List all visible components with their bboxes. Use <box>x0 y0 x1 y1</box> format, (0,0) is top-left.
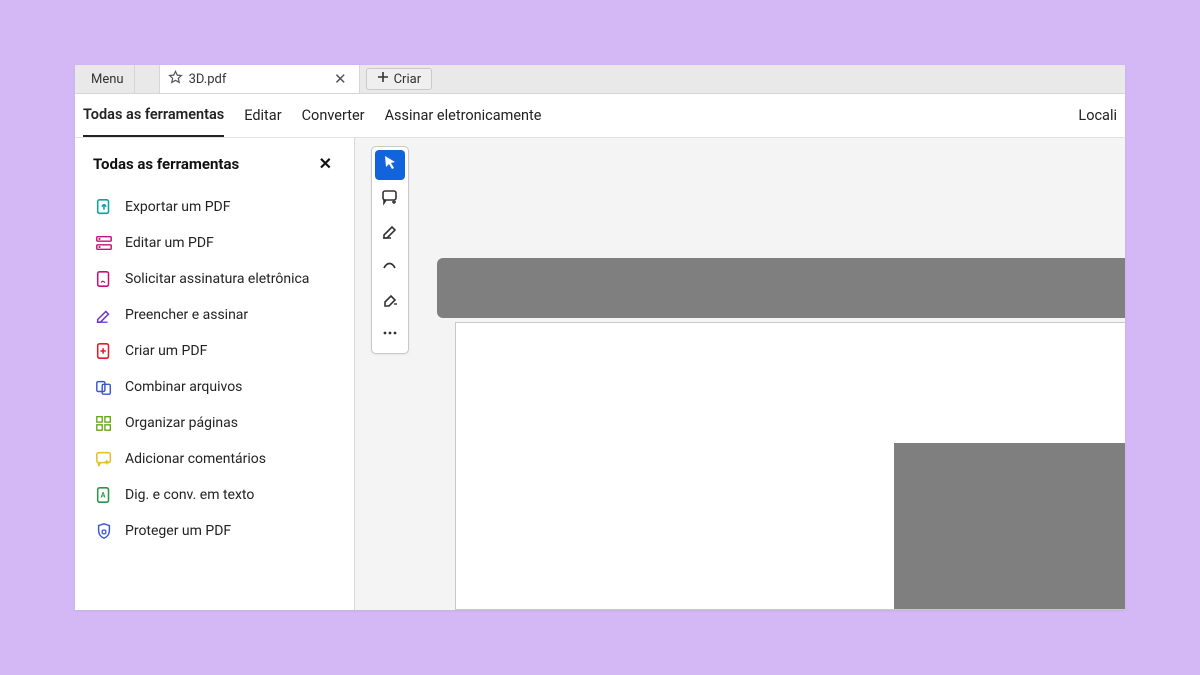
home-button[interactable] <box>135 65 160 93</box>
ocr-icon: A <box>95 486 113 504</box>
app-body: Todas as ferramentas ✕ Exportar um PDF E… <box>75 138 1125 610</box>
tool-ocr-text[interactable]: A Dig. e conv. em texto <box>81 477 348 513</box>
hamburger-menu-button[interactable]: Menu <box>75 65 135 93</box>
select-tool-button[interactable] <box>375 150 405 180</box>
export-pdf-icon <box>95 198 113 216</box>
tool-label: Solicitar assinatura eletrônica <box>125 271 309 287</box>
titlebar: Menu 3D.pdf ✕ Criar <box>75 65 1125 94</box>
tab-close-button[interactable]: ✕ <box>332 70 349 88</box>
sidebar-close-button[interactable]: ✕ <box>315 152 336 175</box>
sidebar-title: Todas as ferramentas <box>93 155 239 173</box>
combine-icon <box>95 378 113 396</box>
document-tab[interactable]: 3D.pdf ✕ <box>160 65 360 93</box>
sidebar-header: Todas as ferramentas ✕ <box>75 152 354 185</box>
edit-pdf-icon <box>95 234 113 252</box>
tool-label: Adicionar comentários <box>125 451 266 467</box>
speech-bubble-icon <box>381 188 399 210</box>
tool-create-pdf[interactable]: Criar um PDF <box>81 333 348 369</box>
new-tab-button[interactable]: Criar <box>366 68 433 90</box>
menu-label: Menu <box>91 72 124 87</box>
main-menubar: Todas as ferramentas Editar Converter As… <box>75 94 1125 138</box>
new-tab-label: Criar <box>394 72 422 87</box>
ellipsis-icon <box>381 324 399 346</box>
eraser-icon <box>381 290 399 312</box>
tool-combine-files[interactable]: Combinar arquivos <box>81 369 348 405</box>
page-stack <box>437 258 1125 610</box>
plus-icon <box>377 71 389 87</box>
tool-protect-pdf[interactable]: Proteger um PDF <box>81 513 348 549</box>
tool-export-pdf[interactable]: Exportar um PDF <box>81 189 348 225</box>
tool-label: Proteger um PDF <box>125 523 231 539</box>
draw-tool-button[interactable] <box>375 252 405 282</box>
tool-add-comments[interactable]: Adicionar comentários <box>81 441 348 477</box>
menu-edit[interactable]: Editar <box>244 95 281 136</box>
menu-all-tools[interactable]: Todas as ferramentas <box>83 94 224 137</box>
highlighter-icon <box>381 222 399 244</box>
document-page[interactable] <box>455 322 1125 610</box>
tool-label: Exportar um PDF <box>125 199 230 215</box>
tool-label: Criar um PDF <box>125 343 207 359</box>
erase-tool-button[interactable] <box>375 286 405 316</box>
tool-label: Dig. e conv. em texto <box>125 487 254 503</box>
freeform-icon <box>381 256 399 278</box>
star-icon[interactable] <box>168 70 183 89</box>
page-thumbnail-strip <box>437 258 1125 318</box>
tool-edit-pdf[interactable]: Editar um PDF <box>81 225 348 261</box>
vertical-toolbar <box>371 146 409 354</box>
app-window: Menu 3D.pdf ✕ Criar Todas as ferramentas <box>75 65 1125 610</box>
tool-label: Organizar páginas <box>125 415 238 431</box>
menu-sign[interactable]: Assinar eletronicamente <box>385 95 542 136</box>
document-canvas[interactable] <box>355 138 1125 610</box>
content-placeholder <box>894 443 1125 609</box>
tab-title: 3D.pdf <box>189 72 227 87</box>
menu-convert[interactable]: Converter <box>302 95 365 136</box>
organize-icon <box>95 414 113 432</box>
menu-find[interactable]: Locali <box>1078 95 1117 136</box>
svg-text:A: A <box>101 491 106 500</box>
more-tools-button[interactable] <box>375 320 405 350</box>
tool-fill-sign[interactable]: Preencher e assinar <box>81 297 348 333</box>
tools-sidebar: Todas as ferramentas ✕ Exportar um PDF E… <box>75 138 355 610</box>
highlight-tool-button[interactable] <box>375 218 405 248</box>
pen-icon <box>95 306 113 324</box>
tool-list: Exportar um PDF Editar um PDF Solicitar … <box>75 185 354 553</box>
signature-icon <box>95 270 113 288</box>
tool-label: Preencher e assinar <box>125 307 248 323</box>
tool-organize-pages[interactable]: Organizar páginas <box>81 405 348 441</box>
tool-request-signature[interactable]: Solicitar assinatura eletrônica <box>81 261 348 297</box>
tool-label: Editar um PDF <box>125 235 214 251</box>
comment-tool-button[interactable] <box>375 184 405 214</box>
comment-icon <box>95 450 113 468</box>
create-pdf-icon <box>95 342 113 360</box>
cursor-icon <box>381 154 399 176</box>
tool-label: Combinar arquivos <box>125 379 242 395</box>
shield-icon <box>95 522 113 540</box>
